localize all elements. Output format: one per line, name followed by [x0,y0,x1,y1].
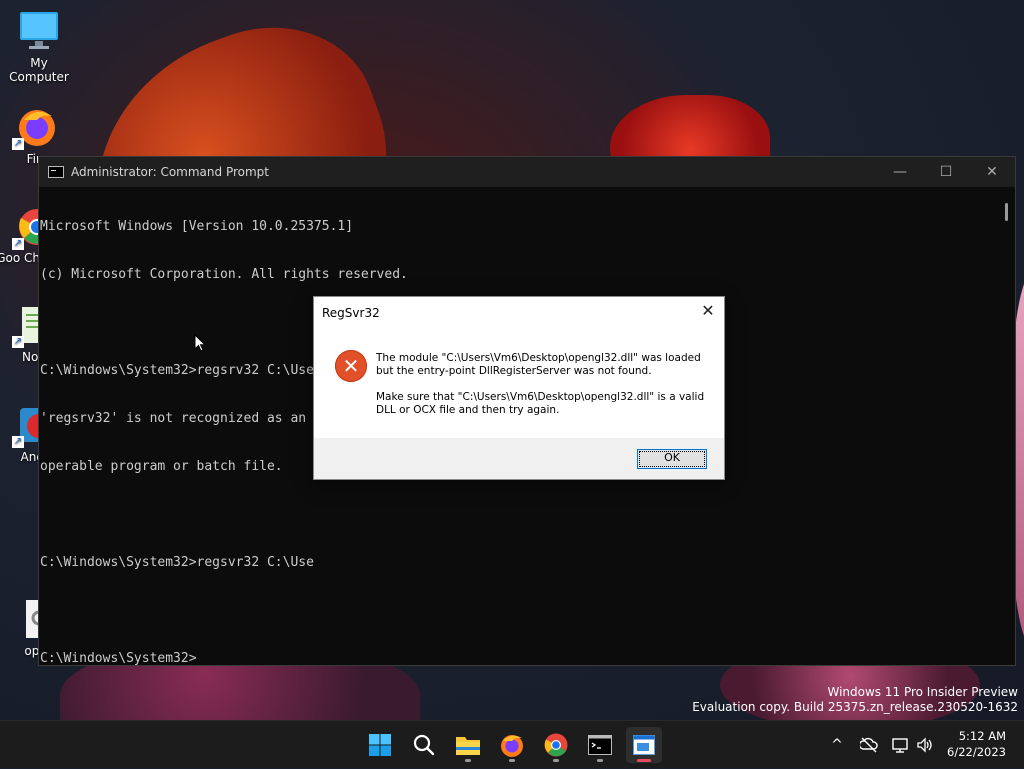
taskbar-file-explorer[interactable] [450,727,486,763]
running-indicator [465,759,471,762]
dialog-title: RegSvr32 [322,306,380,320]
error-message-text: The module "C:\Users\Vm6\Desktop\opengl3… [376,352,701,377]
clock-date: 6/22/2023 [947,745,1006,759]
regsvr32-error-dialog[interactable]: RegSvr32 ✕ ✕ The module "C:\Users\Vm6\De… [313,296,725,480]
close-button[interactable]: ✕ [969,157,1015,187]
taskbar-command-prompt[interactable] [582,727,618,763]
active-indicator [637,759,651,762]
running-indicator [509,759,515,762]
running-indicator [597,759,603,762]
minimize-button[interactable]: — [877,157,923,187]
windows-logo-icon [369,734,391,756]
cmd-title-bar[interactable]: Administrator: Command Prompt — ☐ ✕ [39,157,1015,187]
console-line: (c) Microsoft Corporation. All rights re… [40,267,408,282]
shortcut-arrow-icon: ↗ [12,238,24,250]
firefox-icon: ↗ [12,106,58,150]
volume-icon[interactable] [916,737,934,753]
start-button[interactable] [362,727,398,763]
taskbar-regsvr32[interactable] [626,727,662,763]
terminal-icon [588,735,612,755]
search-button[interactable] [406,727,442,763]
network-icon[interactable] [892,737,910,753]
cmd-window-title: Administrator: Command Prompt [71,165,269,179]
dialog-title-bar[interactable]: RegSvr32 ✕ [314,297,724,327]
dialog-close-button[interactable]: ✕ [698,301,718,321]
search-icon [413,734,435,756]
watermark-build: Evaluation copy. Build 25375.zn_release.… [692,700,1018,714]
mouse-cursor-icon [194,334,206,352]
desktop-icon-my-computer[interactable]: My Computer [1,10,77,84]
shortcut-arrow-icon: ↗ [12,436,24,448]
error-icon: ✕ [335,350,367,382]
dialog-footer: OK [314,438,724,479]
taskbar-clock[interactable]: 5:12 AM 6/22/2023 [947,728,1006,760]
system-tray: ^ [828,721,934,769]
error-hint-text: Make sure that "C:\Users\Vm6\Desktop\ope… [376,391,705,416]
taskbar: ^ 5:12 AM 6/22/2023 [0,720,1024,768]
firefox-icon [501,735,523,757]
folder-icon [456,737,480,755]
console-app-icon [48,166,64,178]
dialog-content: ✕ The module "C:\Users\Vm6\Desktop\openg… [314,327,724,438]
monitor-icon [18,10,60,52]
dialog-message: The module "C:\Users\Vm6\Desktop\opengl3… [376,352,711,430]
shortcut-arrow-icon: ↗ [12,336,24,348]
onedrive-offline-icon[interactable] [860,737,878,753]
console-prompt-line: C:\Windows\System32> [40,651,197,666]
maximize-button[interactable]: ☐ [923,157,969,187]
show-hidden-icons-chevron-icon[interactable]: ^ [828,737,846,753]
taskbar-chrome[interactable] [538,727,574,763]
clock-time: 5:12 AM [958,729,1006,743]
scrollbar-thumb[interactable] [1005,203,1008,221]
shortcut-arrow-icon: ↗ [12,138,24,150]
dialog-window-icon [633,735,655,755]
desktop-icon-label: My Computer [9,56,69,84]
ok-button[interactable]: OK [637,449,707,469]
console-line: C:\Windows\System32>regsvr32 C:\Use [40,555,314,570]
taskbar-firefox[interactable] [494,727,530,763]
running-indicator [553,759,559,762]
chrome-icon [544,733,568,757]
console-line: Microsoft Windows [Version 10.0.25375.1] [40,219,354,234]
